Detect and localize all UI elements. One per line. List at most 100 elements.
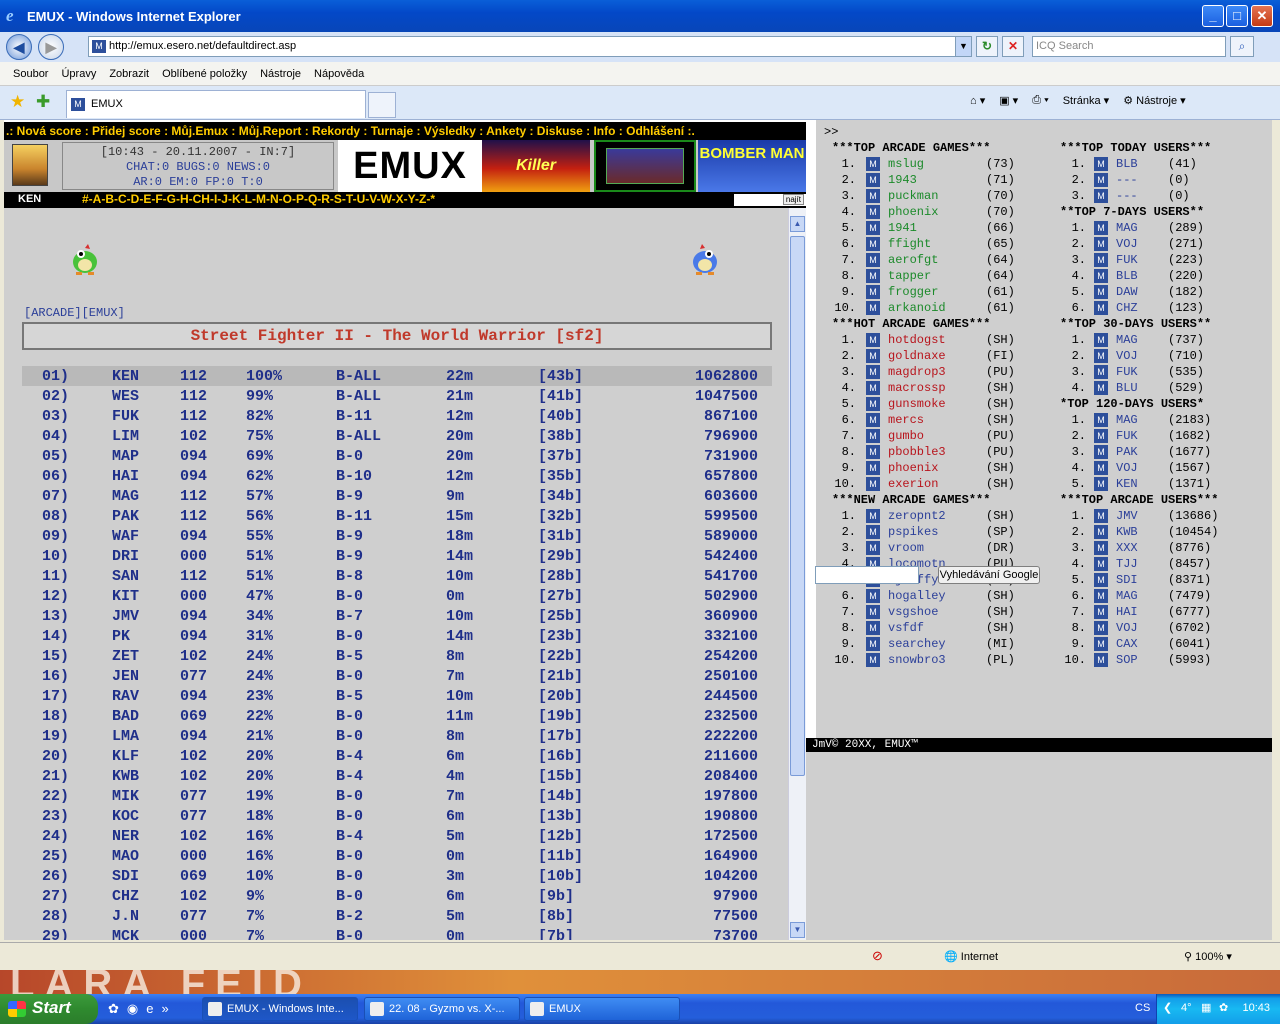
item-link[interactable]: CHZ [1116, 300, 1138, 316]
site-top-nav[interactable]: .: Nová score : Přidej score : Můj.Emux … [4, 122, 806, 140]
item-link[interactable]: --- [1116, 188, 1138, 204]
vertical-scrollbar[interactable]: ▲ ▼ [788, 208, 806, 940]
item-link[interactable]: puckman [888, 188, 938, 204]
item-link[interactable]: arkanoid [888, 300, 946, 316]
player[interactable]: MAP [112, 448, 139, 465]
home-icon[interactable]: ⌂ ▾ [970, 94, 985, 107]
player[interactable]: KIT [112, 588, 139, 605]
quicklaunch-media-icon[interactable]: ◉ [127, 1001, 138, 1017]
player[interactable]: KWB [112, 768, 139, 785]
player[interactable]: SDI [112, 868, 139, 885]
player[interactable]: J.N [112, 908, 139, 925]
player[interactable]: ZET [112, 648, 139, 665]
minimize-button[interactable]: _ [1202, 5, 1224, 27]
item-link[interactable]: MAG [1116, 412, 1138, 428]
scroll-thumb[interactable] [790, 236, 805, 776]
menu-item-favorites[interactable]: Oblíbené položky [162, 68, 247, 80]
item-link[interactable]: gunsmoke [888, 396, 946, 412]
item-link[interactable]: 1943 [888, 172, 917, 188]
player[interactable]: WAF [112, 528, 139, 545]
weather-temp[interactable]: 4° [1181, 1002, 1192, 1014]
item-link[interactable]: --- [1116, 172, 1138, 188]
player[interactable]: PK [112, 628, 130, 645]
item-link[interactable]: VOJ [1116, 236, 1138, 252]
add-favorite-icon[interactable]: ✚ [36, 92, 50, 112]
item-link[interactable]: vsfdf [888, 620, 924, 636]
item-link[interactable]: CAX [1116, 636, 1138, 652]
item-link[interactable]: aerofgt [888, 252, 938, 268]
player[interactable]: KEN [112, 368, 139, 385]
stop-button[interactable]: ✕ [1002, 36, 1024, 57]
banner-game-3[interactable]: BOMBER MAN [698, 140, 806, 192]
scroll-down-icon[interactable]: ▼ [790, 922, 805, 938]
quicklaunch-more-icon[interactable]: » [161, 1001, 168, 1017]
collapse-arrows[interactable]: >> [824, 125, 838, 139]
item-link[interactable]: macrossp [888, 380, 946, 396]
item-link[interactable]: frogger [888, 284, 938, 300]
info-stats[interactable]: AR:0 EM:0 FP:0 T:0 [63, 175, 333, 190]
item-link[interactable]: PAK [1116, 444, 1138, 460]
player[interactable]: KOC [112, 808, 139, 825]
item-link[interactable]: phoenix [888, 204, 938, 220]
player[interactable]: LMA [112, 728, 139, 745]
item-link[interactable]: SDI [1116, 572, 1138, 588]
player[interactable]: BAD [112, 708, 139, 725]
player[interactable]: CHZ [112, 888, 139, 905]
item-link[interactable]: HAI [1116, 604, 1138, 620]
player[interactable]: NER [112, 828, 139, 845]
item-link[interactable]: pspikes [888, 524, 938, 540]
item-link[interactable]: phoenix [888, 460, 938, 476]
item-link[interactable]: magdrop3 [888, 364, 946, 380]
item-link[interactable]: hogalley [888, 588, 946, 604]
menu-item-help[interactable]: Nápověda [314, 68, 364, 80]
player[interactable]: PAK [112, 508, 139, 525]
search-icon[interactable]: ⌕ [1230, 36, 1254, 57]
task-emux[interactable]: EMUX [524, 997, 680, 1021]
item-link[interactable]: SOP [1116, 652, 1138, 668]
item-link[interactable]: FUK [1116, 428, 1138, 444]
item-link[interactable]: searchey [888, 636, 946, 652]
item-link[interactable]: ffight [888, 236, 931, 252]
item-link[interactable]: FUK [1116, 364, 1138, 380]
item-link[interactable]: MAG [1116, 588, 1138, 604]
player[interactable]: MIK [112, 788, 139, 805]
player[interactable]: KLF [112, 748, 139, 765]
item-link[interactable]: BLB [1116, 268, 1138, 284]
quicklaunch-ie-icon[interactable]: e [146, 1001, 153, 1017]
task-gyzmo[interactable]: 22. 08 - Gyzmo vs. X-... [364, 997, 520, 1021]
tools-menu[interactable]: ⚙ Nástroje ▾ [1123, 94, 1185, 107]
player[interactable]: HAI [112, 468, 139, 485]
item-link[interactable]: vsgshoe [888, 604, 938, 620]
item-link[interactable]: MAG [1116, 220, 1138, 236]
tab-emux[interactable]: M EMUX [66, 90, 366, 118]
item-link[interactable]: TJJ [1116, 556, 1138, 572]
new-tab-button[interactable] [368, 92, 396, 118]
item-link[interactable]: VOJ [1116, 620, 1138, 636]
menu-item-edit[interactable]: Úpravy [61, 68, 96, 80]
tray-nav-icon[interactable]: ❮ [1163, 1001, 1172, 1014]
item-link[interactable]: XXX [1116, 540, 1138, 556]
player[interactable]: RAV [112, 688, 139, 705]
item-link[interactable]: snowbro3 [888, 652, 946, 668]
player[interactable]: MCK [112, 928, 139, 940]
item-link[interactable]: vroom [888, 540, 924, 556]
item-link[interactable]: hotdogst [888, 332, 946, 348]
menu-item-view[interactable]: Zobrazit [109, 68, 149, 80]
player[interactable]: MAG [112, 488, 139, 505]
breadcrumb[interactable]: [ARCADE][EMUX] [24, 306, 125, 320]
item-link[interactable]: pbobble3 [888, 444, 946, 460]
item-link[interactable]: BLU [1116, 380, 1138, 396]
address-dropdown-icon[interactable]: ▼ [955, 37, 971, 56]
language-indicator[interactable]: CS [1135, 1002, 1150, 1014]
player[interactable]: JEN [112, 668, 139, 685]
info-counters[interactable]: CHAT:0 BUGS:0 NEWS:0 [63, 160, 333, 175]
player[interactable]: MAO [112, 848, 139, 865]
page-menu[interactable]: Stránka ▾ [1063, 94, 1110, 107]
item-link[interactable]: goldnaxe [888, 348, 946, 364]
item-link[interactable]: DAW [1116, 284, 1138, 300]
player[interactable]: WES [112, 388, 139, 405]
tray-network-icon[interactable]: ▦ [1201, 1001, 1211, 1014]
player[interactable]: JMV [112, 608, 139, 625]
item-link[interactable]: exerion [888, 476, 938, 492]
protected-mode-icon[interactable]: ⊘ [872, 948, 883, 964]
